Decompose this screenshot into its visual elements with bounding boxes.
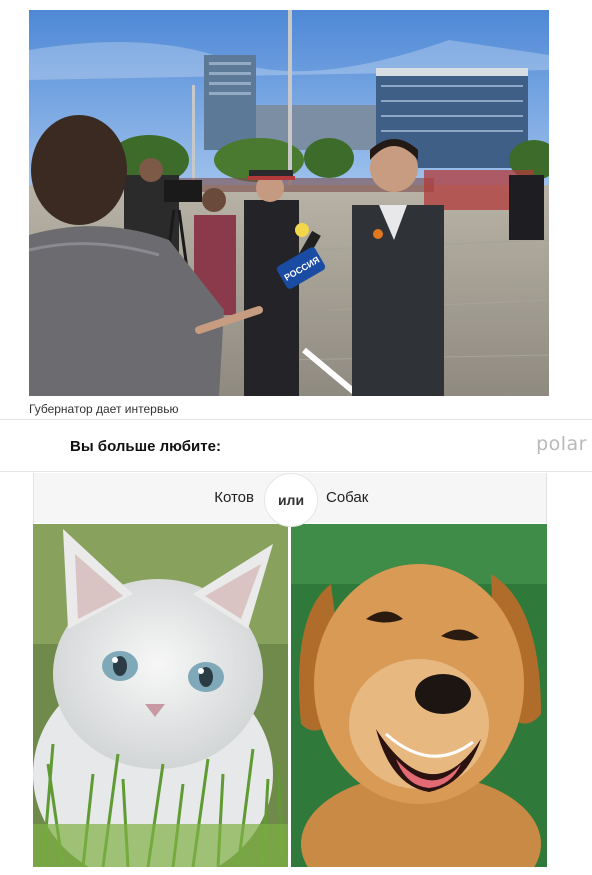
news-photo-illustration: РОССИЯ bbox=[29, 10, 549, 396]
or-separator: или bbox=[264, 473, 318, 527]
poll-question: Вы больше любите: bbox=[70, 438, 221, 455]
option-cats-image[interactable] bbox=[33, 524, 288, 867]
dog-image bbox=[291, 524, 547, 867]
option-cats-label[interactable]: Котов bbox=[214, 489, 254, 506]
poll-widget: Котов или Собак bbox=[33, 473, 547, 867]
option-dogs-image[interactable] bbox=[291, 524, 547, 867]
news-photo: РОССИЯ bbox=[29, 10, 549, 396]
poll-options-bar: Котов или Собак bbox=[33, 473, 547, 527]
cat-image bbox=[33, 524, 288, 867]
poll-header: Вы больше любите: polar bbox=[0, 420, 592, 472]
polar-logo[interactable]: polar bbox=[536, 433, 587, 455]
option-dogs-label[interactable]: Собак bbox=[326, 489, 368, 506]
photo-caption: Губернатор дает интервью bbox=[29, 402, 179, 416]
